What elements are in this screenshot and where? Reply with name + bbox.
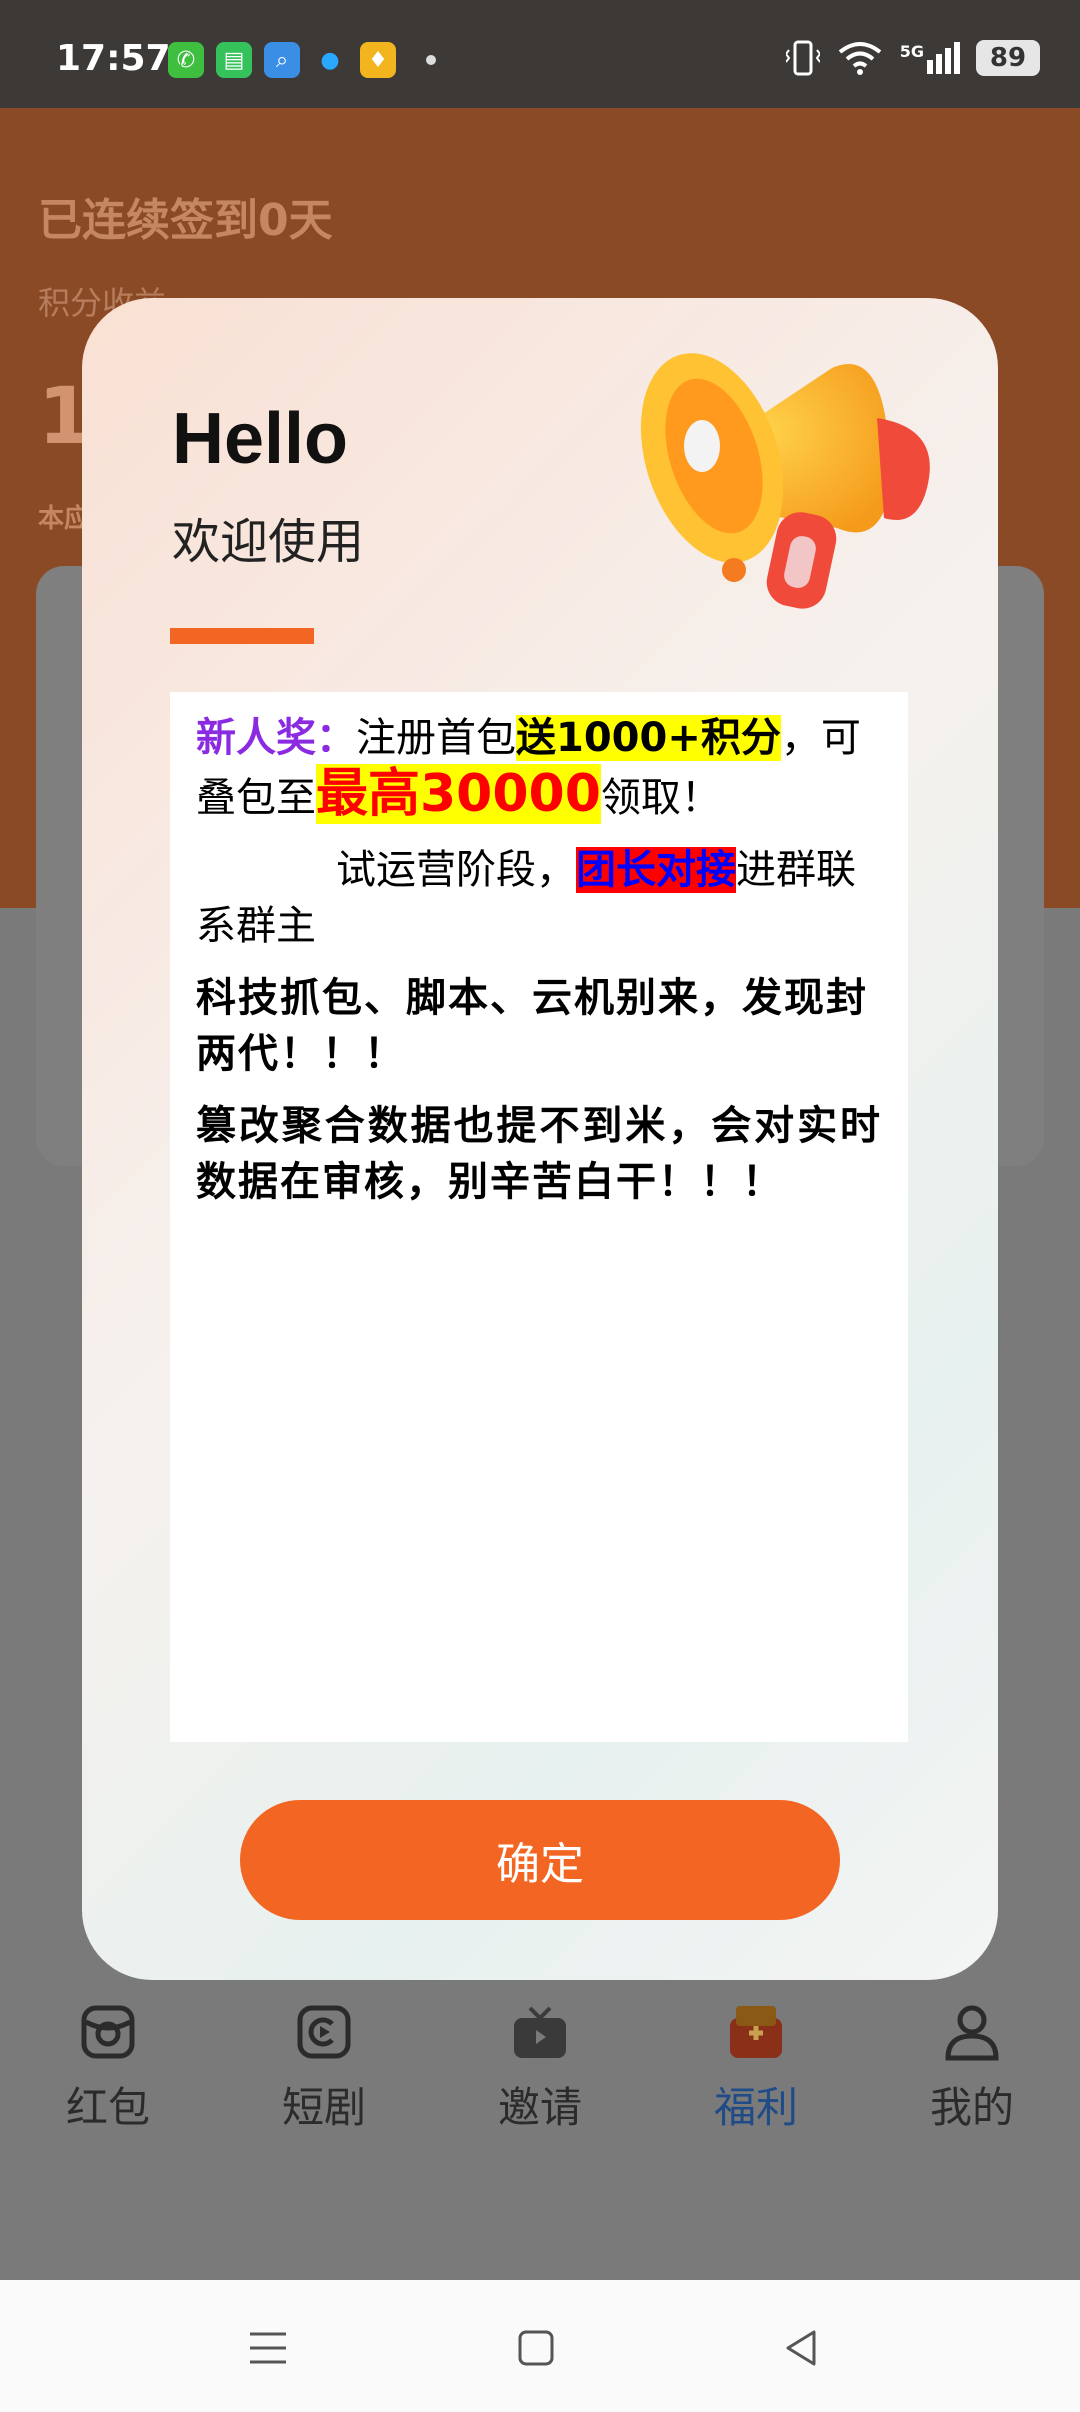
reward-label: 新人奖： bbox=[196, 715, 356, 761]
tab-label: 红包 bbox=[65, 2083, 150, 2132]
home-icon[interactable] bbox=[512, 2324, 560, 2372]
tab-label: 短剧 bbox=[281, 2083, 366, 2132]
notification-icons: ✆ ▤ ⌕ ● ♦ bbox=[168, 42, 436, 78]
dialog-subtitle: 欢迎使用 bbox=[172, 514, 365, 570]
reward-text: 注册首包 bbox=[356, 715, 516, 761]
accent-divider bbox=[170, 628, 314, 644]
reward-max-highlight: 最高30000 bbox=[316, 764, 601, 824]
trial-operation-paragraph: 试运营阶段，团长对接进群联系群主 bbox=[196, 842, 882, 954]
system-nav-bar bbox=[0, 2280, 1080, 2412]
messages-app-icon: ▤ bbox=[216, 42, 252, 78]
leader-contact-highlight: 团长对接 bbox=[576, 847, 736, 893]
phone-app-icon: ✆ bbox=[168, 42, 204, 78]
wallet-app-icon: ♦ bbox=[360, 42, 396, 78]
megaphone-icon bbox=[640, 353, 930, 609]
tab-label: 福利 bbox=[713, 2083, 798, 2132]
bottom-tab-bar: 红包 短剧 邀请 福利 我的 bbox=[0, 1980, 1080, 2280]
dialog-content: 新人奖：注册首包送1000+积分，可叠包至最高30000领取！ 试运营阶段，团长… bbox=[170, 692, 908, 1742]
tab-label: 我的 bbox=[929, 2083, 1014, 2132]
checkin-title: 已连续签到0天 bbox=[38, 195, 333, 246]
tab-redpacket[interactable]: 红包 bbox=[8, 2000, 208, 2280]
reward-text-3: 领取！ bbox=[600, 775, 721, 821]
more-notifications-icon bbox=[426, 55, 436, 65]
signal-icon: 5G bbox=[900, 42, 960, 74]
tab-profile[interactable]: 我的 bbox=[872, 2000, 1072, 2280]
status-time: 17:57 bbox=[56, 38, 171, 79]
new-user-reward-paragraph: 新人奖：注册首包送1000+积分，可叠包至最高30000领取！ bbox=[196, 710, 882, 826]
trial-text: 试运营阶段， bbox=[336, 847, 576, 893]
reward-highlight: 送1000+积分 bbox=[516, 715, 781, 761]
dialog-title: Hello bbox=[172, 399, 349, 479]
redpacket-icon bbox=[81, 2005, 135, 2059]
battery-indicator: 89 bbox=[976, 40, 1040, 76]
qq-app-icon: ● bbox=[320, 47, 340, 73]
menu-icon[interactable] bbox=[244, 2324, 292, 2372]
tab-invite[interactable]: 邀请 bbox=[440, 2000, 640, 2280]
tab-welfare[interactable]: 福利 bbox=[656, 2000, 856, 2280]
back-icon[interactable] bbox=[778, 2324, 826, 2372]
tv-icon bbox=[514, 2006, 566, 2058]
gift-icon bbox=[730, 2006, 782, 2058]
status-bar: 17:57 ✆ ▤ ⌕ ● ♦ 5G 89 bbox=[0, 0, 1080, 108]
welcome-dialog: Hello 欢迎使用 新人奖：注册首包送1000+积分，可叠包至最高30000领… bbox=[82, 298, 998, 1980]
wifi-icon bbox=[838, 42, 881, 75]
video-icon bbox=[297, 2005, 351, 2059]
vibrate-icon bbox=[785, 40, 820, 76]
tab-label: 邀请 bbox=[497, 2083, 582, 2132]
tab-short-drama[interactable]: 短剧 bbox=[224, 2000, 424, 2280]
profile-icon bbox=[945, 2005, 999, 2061]
anti-cheat-warning: 科技抓包、脚本、云机别来，发现封两代！！！ bbox=[196, 975, 868, 1077]
search-app-icon: ⌕ bbox=[264, 42, 300, 78]
network-type: 5G bbox=[899, 42, 924, 61]
system-indicators: 5G 89 bbox=[785, 38, 1040, 78]
confirm-button[interactable]: 确定 bbox=[240, 1800, 840, 1920]
data-audit-warning: 篡改聚合数据也提不到米，会对实时数据在审核，别辛苦白干！！！ bbox=[196, 1103, 882, 1205]
